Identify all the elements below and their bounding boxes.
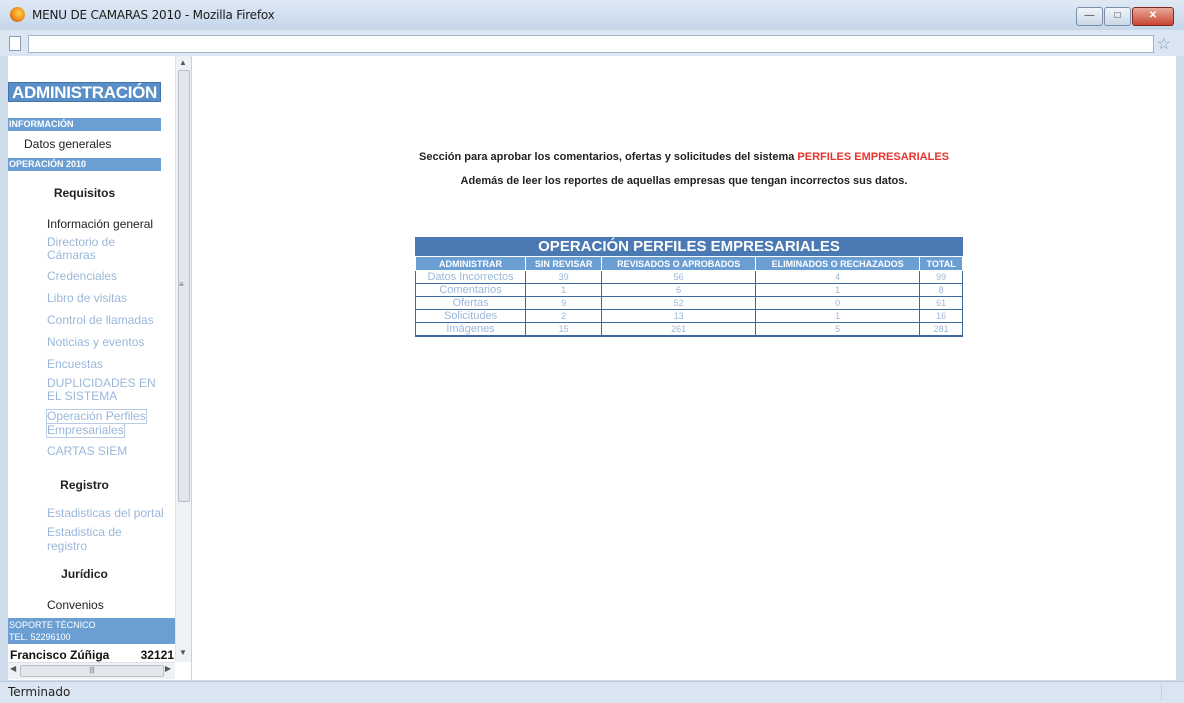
scroll-up-icon[interactable]: ▲ bbox=[179, 58, 187, 67]
cell-total: 99 bbox=[919, 270, 963, 284]
status-text: Terminado bbox=[8, 685, 71, 699]
cell-total: 61 bbox=[919, 296, 963, 310]
scroll-right-icon[interactable]: ▶ bbox=[165, 664, 171, 673]
close-button[interactable]: ✕ bbox=[1132, 7, 1174, 26]
sidebar-item-control-llamadas[interactable]: Control de llamadas bbox=[47, 314, 154, 327]
cell-eliminados[interactable]: 1 bbox=[755, 309, 921, 323]
table-title: OPERACIÓN PERFILES EMPRESARIALES bbox=[415, 237, 963, 256]
sidebar-item-estadistica-registro-2[interactable]: registro bbox=[47, 540, 87, 553]
sidebar-item-credenciales[interactable]: Credenciales bbox=[47, 270, 117, 283]
sidebar-item-libro-visitas[interactable]: Libro de visitas bbox=[47, 292, 127, 305]
bookmark-star-icon[interactable]: ☆ bbox=[1157, 34, 1171, 54]
sidebar-content: ADMINISTRACIÓN INFORMACIÓN Datos general… bbox=[8, 56, 175, 662]
operations-table: OPERACIÓN PERFILES EMPRESARIALES ADMINIS… bbox=[414, 237, 963, 337]
address-field[interactable] bbox=[28, 35, 1154, 53]
cell-eliminados[interactable]: 1 bbox=[755, 283, 921, 297]
cell-revisados[interactable]: 13 bbox=[601, 309, 757, 323]
col-eliminados: ELIMINADOS O RECHAZADOS bbox=[755, 256, 921, 271]
table-row: Imágenes 15 261 5 281 bbox=[414, 322, 963, 337]
cell-revisados[interactable]: 6 bbox=[601, 283, 757, 297]
support-phone: TEL. 52296100 bbox=[9, 632, 71, 642]
scroll-down-icon[interactable]: ▼ bbox=[179, 648, 187, 657]
sidebar-item-estadistica-registro-1[interactable]: Estadistica de bbox=[47, 526, 122, 539]
section-operacion-2010: OPERACIÓN 2010 bbox=[8, 158, 161, 171]
row-label-link[interactable]: Comentarios bbox=[414, 283, 527, 297]
intro-text: Sección para aprobar los comentarios, of… bbox=[192, 151, 1176, 163]
sidebar-item-cartas-siem[interactable]: CARTAS SIEM bbox=[47, 445, 127, 458]
user-extension: 32121 bbox=[140, 648, 174, 662]
minimize-button[interactable]: — bbox=[1076, 7, 1103, 26]
sidebar-item-convenios[interactable]: Convenios bbox=[47, 599, 104, 612]
cell-revisados[interactable]: 56 bbox=[601, 270, 757, 284]
title-bar: MENU DE CAMARAS 2010 - Mozilla Firefox —… bbox=[0, 0, 1184, 30]
cell-revisados[interactable]: 52 bbox=[601, 296, 757, 310]
row-label-link[interactable]: Datos Incorrectos bbox=[414, 270, 527, 284]
cell-revisados[interactable]: 261 bbox=[601, 322, 757, 337]
section-informacion: INFORMACIÓN bbox=[8, 118, 161, 131]
browser-window: MENU DE CAMARAS 2010 - Mozilla Firefox —… bbox=[0, 0, 1184, 703]
row-label-link[interactable]: Ofertas bbox=[414, 296, 527, 310]
firefox-icon bbox=[10, 7, 25, 22]
intro-text-a: Sección para aprobar los comentarios, of… bbox=[419, 151, 798, 163]
sidebar-title: ADMINISTRACIÓN bbox=[8, 82, 161, 102]
sidebar-item-datos-generales[interactable]: Datos generales bbox=[24, 138, 111, 151]
sidebar-item-informacion-general[interactable]: Información general bbox=[47, 218, 153, 231]
row-label-link[interactable]: Imágenes bbox=[414, 322, 527, 337]
support-label: SOPORTE TÉCNICO bbox=[9, 620, 96, 630]
main-frame: Sección para aprobar los comentarios, of… bbox=[192, 56, 1176, 680]
cell-eliminados[interactable]: 5 bbox=[755, 322, 921, 337]
sidebar-item-estadisticas-portal[interactable]: Estadisticas del portal bbox=[47, 507, 164, 520]
table-row: Comentarios 1 6 1 8 bbox=[414, 283, 963, 297]
sidebar-item-operacion-perfiles-1[interactable]: Operación Perfiles bbox=[46, 409, 147, 424]
page-icon bbox=[9, 36, 21, 51]
sidebar-item-noticias-eventos[interactable]: Noticias y eventos bbox=[47, 336, 144, 349]
sidebar-item-encuestas[interactable]: Encuestas bbox=[47, 358, 103, 371]
window-title: MENU DE CAMARAS 2010 - Mozilla Firefox bbox=[32, 8, 275, 22]
scroll-left-icon[interactable]: ◀ bbox=[10, 664, 16, 673]
col-revisados: REVISADOS O APROBADOS bbox=[601, 256, 757, 271]
col-administrar: ADMINISTRAR bbox=[414, 256, 527, 271]
table-row: Datos Incorrectos 39 56 4 99 bbox=[414, 270, 963, 284]
sidebar-item-duplicidades-2[interactable]: EL SISTEMA bbox=[47, 390, 117, 403]
col-total: TOTAL bbox=[919, 256, 963, 271]
sidebar-item-operacion-perfiles-2[interactable]: Empresariales bbox=[46, 423, 125, 438]
status-bar: Terminado bbox=[0, 681, 1184, 703]
sidebar-item-directorio-2[interactable]: Cámaras bbox=[47, 249, 96, 262]
cell-sin-revisar[interactable]: 2 bbox=[525, 309, 603, 323]
heading-requisitos: Requisitos bbox=[53, 186, 116, 200]
sidebar-vertical-scrollbar[interactable]: ▲ ≡ ▼ bbox=[175, 56, 191, 662]
col-sin-revisar: SIN REVISAR bbox=[525, 256, 603, 271]
cell-eliminados[interactable]: 0 bbox=[755, 296, 921, 310]
table-row: Ofertas 9 52 0 61 bbox=[414, 296, 963, 310]
navigation-bar bbox=[0, 30, 1184, 56]
support-box: SOPORTE TÉCNICO TEL. 52296100 bbox=[8, 618, 175, 644]
heading-juridico: Jurídico bbox=[61, 567, 108, 581]
intro-text-secondary: Además de leer los reportes de aquellas … bbox=[460, 175, 908, 187]
intro-highlight: PERFILES EMPRESARIALES bbox=[797, 151, 949, 163]
cell-sin-revisar[interactable]: 1 bbox=[525, 283, 603, 297]
window-controls: — □ ✕ bbox=[1075, 7, 1174, 26]
heading-registro: Registro bbox=[60, 478, 109, 492]
table-header-row: ADMINISTRAR SIN REVISAR REVISADOS O APRO… bbox=[414, 256, 963, 271]
cell-sin-revisar[interactable]: 39 bbox=[525, 270, 603, 284]
sidebar-horizontal-scrollbar[interactable]: ◀ ||| ▶ bbox=[8, 662, 175, 679]
resize-grip[interactable] bbox=[1161, 684, 1176, 700]
sidebar-frame: ADMINISTRACIÓN INFORMACIÓN Datos general… bbox=[8, 56, 192, 680]
maximize-button[interactable]: □ bbox=[1104, 7, 1131, 26]
cell-sin-revisar[interactable]: 15 bbox=[525, 322, 603, 337]
user-name: Francisco Zúñiga bbox=[10, 648, 110, 662]
cell-eliminados[interactable]: 4 bbox=[755, 270, 921, 284]
cell-total: 16 bbox=[919, 309, 963, 323]
scroll-grip-icon: ≡ bbox=[179, 280, 184, 289]
cell-total: 281 bbox=[919, 322, 963, 337]
hscroll-thumb[interactable]: ||| bbox=[20, 665, 164, 677]
cell-sin-revisar[interactable]: 9 bbox=[525, 296, 603, 310]
cell-total: 8 bbox=[919, 283, 963, 297]
table-row: Solicitudes 2 13 1 16 bbox=[414, 309, 963, 323]
row-label-link[interactable]: Solicitudes bbox=[414, 309, 527, 323]
